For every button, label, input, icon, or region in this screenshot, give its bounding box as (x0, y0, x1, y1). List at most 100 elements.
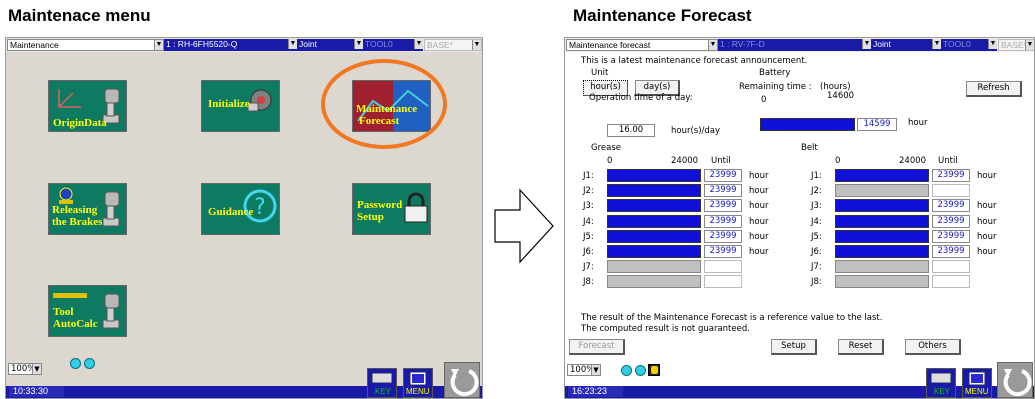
grease-bar (607, 230, 701, 243)
status-indicator-2 (635, 365, 646, 376)
belt-until-value: 23999 (932, 169, 970, 182)
robot-arm-icon (102, 293, 120, 329)
belt-bar (835, 260, 929, 273)
tool-select-value: TOOL0 (365, 39, 393, 49)
grease-until-value: 23999 (704, 215, 742, 228)
base-select: BASE* ▼ (998, 39, 1034, 51)
key-button[interactable]: KEY (367, 368, 397, 398)
chevron-down-icon: ▼ (354, 39, 363, 49)
chevron-down-icon: ▼ (708, 40, 717, 50)
note-line-1: The result of the Maintenance Forecast i… (581, 313, 883, 323)
setup-button[interactable]: Setup (771, 339, 817, 355)
belt-bar (835, 184, 929, 197)
initialize-button[interactable]: Initialize (201, 80, 280, 132)
grease-bar (607, 199, 701, 212)
chevron-down-icon: ▼ (288, 39, 297, 49)
tool-select[interactable]: TOOL0 ▼ (941, 39, 997, 51)
clock: 10:33:30 (9, 386, 64, 397)
belt-hour-unit: hour (977, 247, 997, 257)
belt-bar (835, 199, 929, 212)
grease-bar (607, 275, 701, 288)
initialize-label: Initialize (208, 98, 250, 110)
others-button[interactable]: Others (905, 339, 961, 355)
unit-label: Unit (591, 68, 609, 78)
grease-joint-label: J8: (583, 277, 594, 287)
robot-select-value: 1 : RV-7F-D (720, 39, 765, 49)
menu-button[interactable]: MENU (403, 368, 433, 398)
axes-icon (58, 89, 81, 108)
joint-select[interactable]: Joint ▼ (871, 39, 941, 51)
robot-select[interactable]: 1 : RV-7F-D ▼ (718, 39, 871, 51)
back-button[interactable] (997, 362, 1033, 398)
battery-value: 14599 (857, 118, 897, 131)
autocalc-label-2: AutoCalc (53, 318, 98, 330)
base-select: BASE* ▼ (424, 39, 482, 51)
chevron-down-icon: ▼ (32, 364, 41, 374)
menu-button[interactable]: MENU (962, 368, 992, 398)
password-label-1: Password (357, 199, 403, 211)
brakes-label-2: the Brakes (52, 216, 103, 228)
status-indicator-2 (84, 358, 95, 369)
forecast-button: Forecast (569, 339, 625, 355)
reset-button[interactable]: Reset (838, 339, 884, 355)
zoom-select[interactable]: 100% ▼ (8, 363, 42, 375)
refresh-button[interactable]: Refresh (966, 81, 1022, 97)
menu-grid-icon (969, 372, 985, 385)
grease-until-value: 23999 (704, 245, 742, 258)
base-select-value: BASE* (427, 40, 453, 50)
operation-time-input[interactable]: 16.00 (607, 124, 655, 137)
belt-joint-label: J7: (811, 262, 822, 272)
menu-select-value: Maintenance forecast (569, 40, 651, 50)
chevron-down-icon: ▼ (414, 39, 423, 49)
grease-until-value (704, 260, 742, 273)
chevron-down-icon: ▼ (862, 39, 871, 49)
menu-label: MENU (406, 387, 430, 396)
belt-until-value (932, 260, 970, 273)
grease-hour-unit: hour (749, 247, 769, 257)
grease-until-label: Until (711, 156, 731, 166)
toolbar: Maintenance forecast ▼ 1 : RV-7F-D ▼ Joint… (565, 38, 1034, 52)
tool-autocalc-button[interactable]: Tool AutoCalc (48, 285, 127, 337)
belt-joint-label: J4: (811, 217, 822, 227)
belt-joint-label: J8: (811, 277, 822, 287)
key-label: KEY (375, 387, 392, 396)
menu-select[interactable]: Maintenance ▼ (7, 39, 164, 51)
keyboard-icon (372, 373, 392, 383)
autocalc-label-1: Tool (53, 306, 74, 318)
brakes-label-1: Releasing (52, 204, 98, 216)
robot-select[interactable]: 1 : RH-6FH5520-Q ▼ (164, 39, 297, 51)
tool-select[interactable]: TOOL0 ▼ (363, 39, 423, 51)
zoom-select[interactable]: 100% ▼ (567, 364, 601, 376)
belt-hour-unit: hour (977, 217, 997, 227)
password-setup-button[interactable]: Password Setup (352, 183, 431, 235)
belt-until-value (932, 275, 970, 288)
belt-joint-label: J5: (811, 232, 822, 242)
belt-until-value: 23999 (932, 215, 970, 228)
belt-hour-unit: hour (977, 201, 997, 211)
grease-joint-label: J1: (583, 171, 594, 181)
menu-select[interactable]: Maintenance forecast ▼ (566, 39, 718, 51)
toolbar: Maintenance ▼ 1 : RH-6FH5520-Q ▼ Joint ▼ TO… (6, 38, 482, 52)
grease-hour-unit: hour (749, 201, 769, 211)
joint-select[interactable]: Joint ▼ (297, 39, 363, 51)
maintenance-menu-panel: Maintenance ▼ 1 : RH-6FH5520-Q ▼ Joint ▼ TO… (5, 37, 483, 399)
guidance-button[interactable]: ? Guidance (201, 183, 280, 235)
clock: 16:23:23 (568, 386, 623, 397)
grease-joint-label: J7: (583, 262, 594, 272)
grease-until-value: 23999 (704, 169, 742, 182)
releasing-brakes-button[interactable]: Releasing the Brakes (48, 183, 127, 235)
belt-label: Belt (801, 143, 818, 153)
belt-bar (835, 245, 929, 258)
joint-select-value: Joint (299, 39, 317, 49)
origin-data-label: OriginData (53, 117, 107, 129)
key-button[interactable]: KEY (926, 368, 956, 398)
origin-data-button[interactable]: OriginData (48, 80, 127, 132)
battery-scale-min: 0 (761, 95, 767, 105)
back-button[interactable] (444, 362, 480, 398)
menu-grid-icon (410, 372, 426, 385)
grease-scale-min: 0 (607, 156, 613, 166)
robot-select-value: 1 : RH-6FH5520-Q (166, 39, 238, 49)
lock-icon (404, 192, 428, 223)
status-indicator-1 (621, 365, 632, 376)
belt-bar (835, 169, 929, 182)
